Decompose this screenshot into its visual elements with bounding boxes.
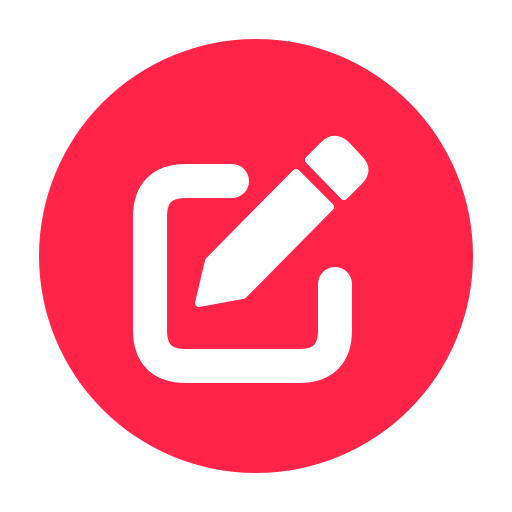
app-icon-canvas bbox=[0, 0, 512, 512]
edit-compose-icon bbox=[39, 39, 473, 473]
compose-button[interactable] bbox=[39, 39, 473, 473]
